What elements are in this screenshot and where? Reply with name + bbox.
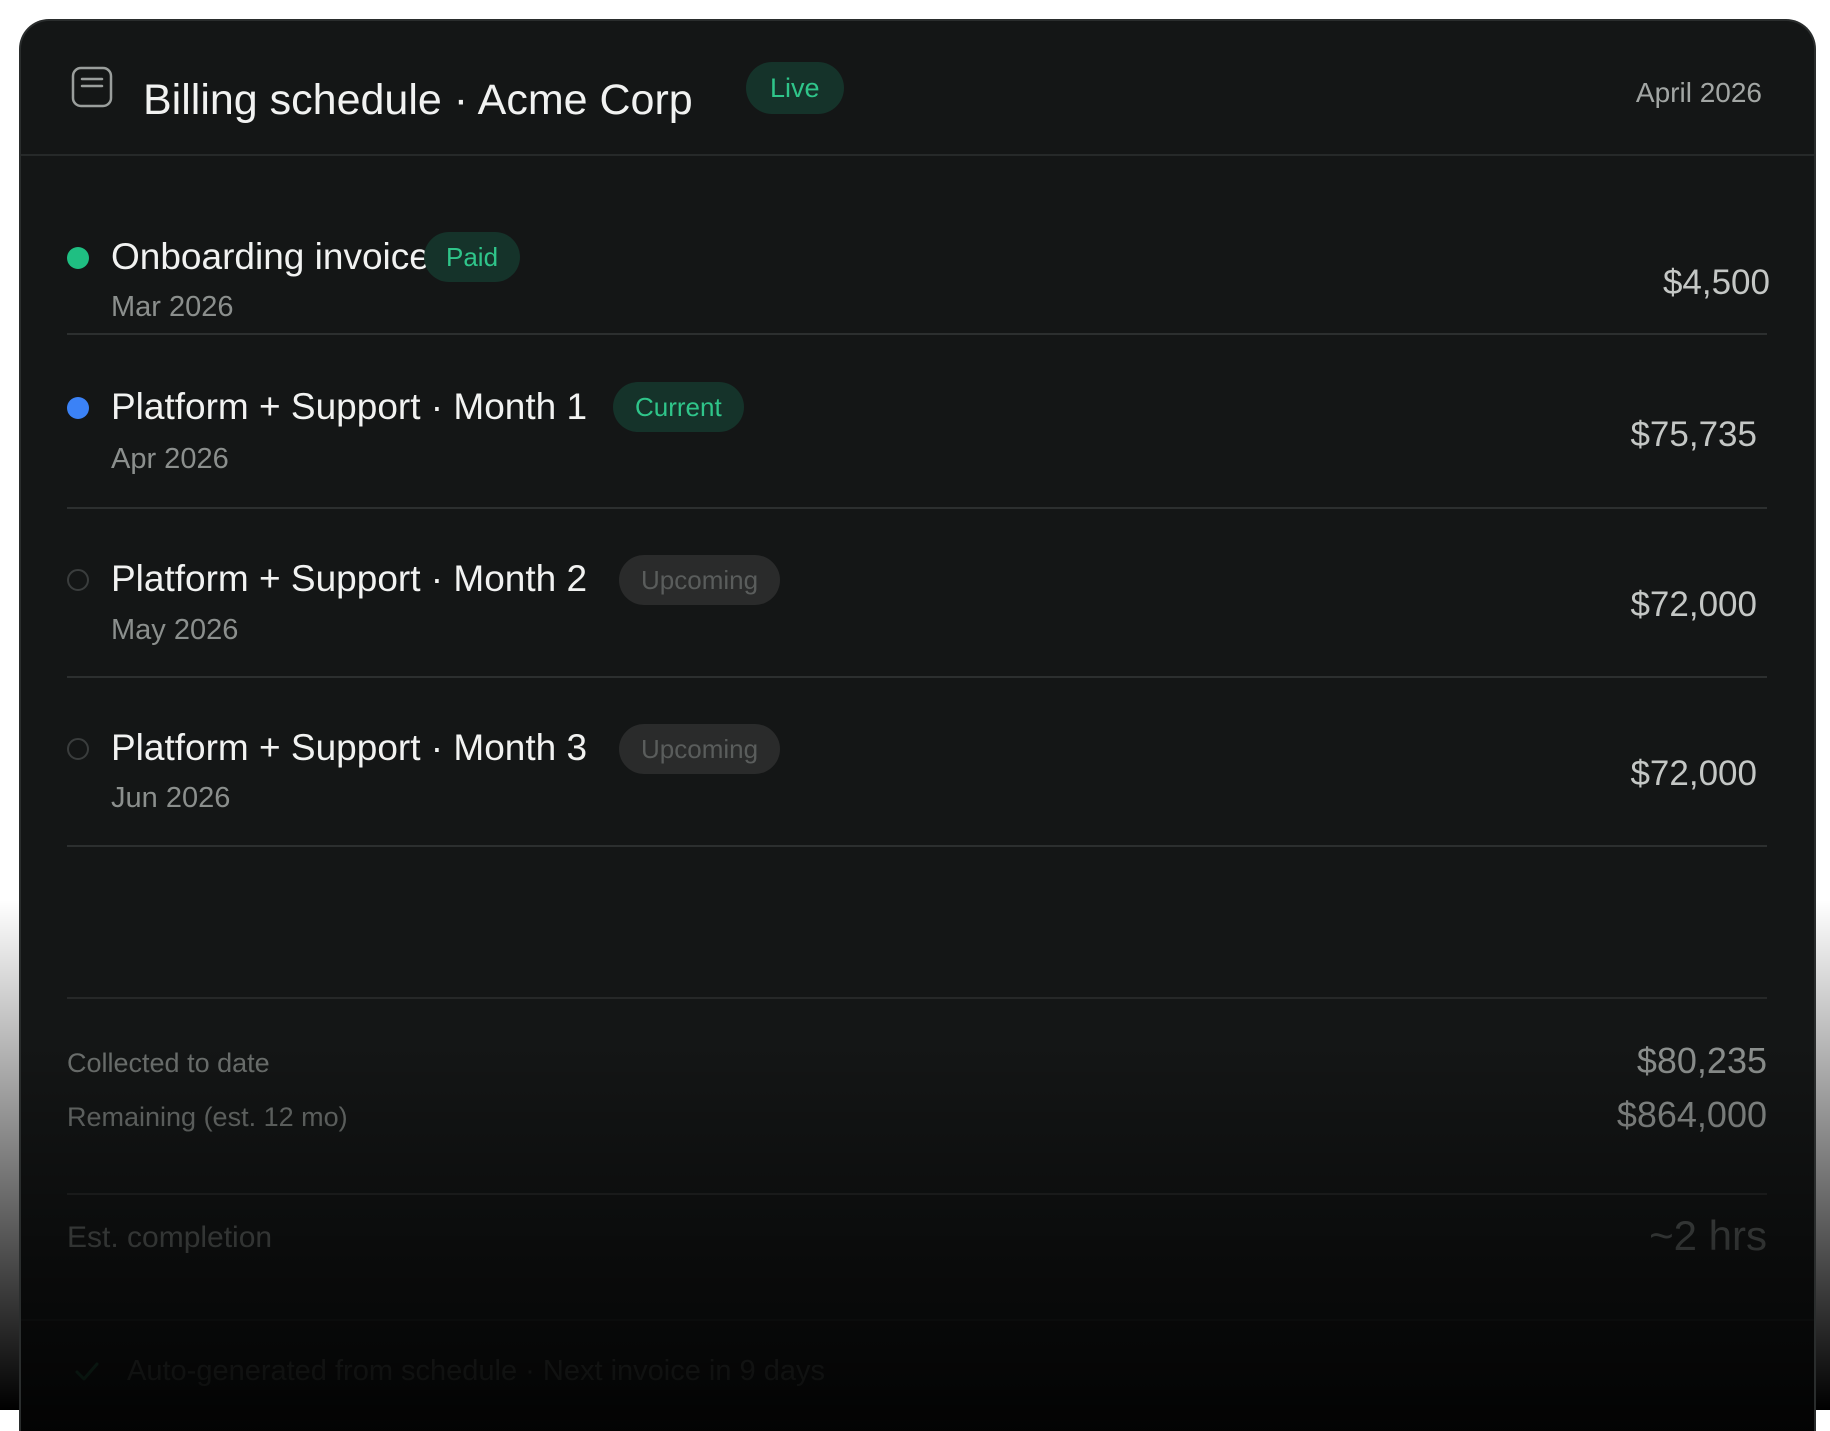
collected-label: Collected to date <box>67 1048 270 1078</box>
live-status-badge: Live <box>746 62 844 114</box>
current-status-dot <box>67 397 89 419</box>
footer-note: Auto-generated from schedule · Next invo… <box>127 1355 825 1387</box>
summary-divider <box>67 997 1767 999</box>
paid-badge: Paid <box>424 232 521 282</box>
schedule-row-month-3[interactable]: Platform + Support · Month 3 Upcoming Ju… <box>67 678 1767 847</box>
eta-label: Est. completion <box>67 1221 273 1254</box>
schedule-row-month-1[interactable]: Platform + Support · Month 1 Current Apr… <box>67 335 1767 509</box>
panel-footer: Auto-generated from schedule · Next invo… <box>21 1319 1814 1431</box>
row-date: May 2026 <box>111 614 239 646</box>
row-amount: $75,735 <box>1630 415 1757 454</box>
upcoming-status-dot <box>67 569 89 591</box>
row-amount: $72,000 <box>1630 754 1757 793</box>
row-title: Platform + Support · Month 1 <box>111 386 588 427</box>
remaining-label: Remaining (est. 12 mo) <box>67 1102 348 1132</box>
eta-value: ~2 hrs <box>1649 1212 1767 1259</box>
row-date: Jun 2026 <box>111 782 231 814</box>
schedule-list: Onboarding invoice Paid Mar 2026 $4,500 … <box>67 203 1770 847</box>
billing-schedule-panel: Billing schedule · Acme Corp Live April … <box>19 19 1816 1431</box>
upcoming-badge: Upcoming <box>619 724 781 774</box>
row-amount: $4,500 <box>1662 263 1770 302</box>
paid-status-dot <box>67 247 89 269</box>
row-title: Onboarding invoice <box>111 236 430 277</box>
row-amount: $72,000 <box>1630 585 1757 624</box>
panel-header: Billing schedule · Acme Corp Live April … <box>21 21 1814 156</box>
header-date: April 2026 <box>1635 77 1762 108</box>
current-badge: Current <box>613 382 744 432</box>
page-title: Billing schedule · Acme Corp <box>143 76 693 124</box>
row-title: Platform + Support · Month 3 <box>111 727 588 768</box>
eta-divider <box>67 1193 1767 1195</box>
schedule-row-onboarding[interactable]: Onboarding invoice Paid Mar 2026 $4,500 <box>67 203 1770 335</box>
schedule-row-month-2[interactable]: Platform + Support · Month 2 Upcoming Ma… <box>67 509 1767 678</box>
upcoming-badge: Upcoming <box>619 555 781 605</box>
upcoming-status-dot <box>67 738 89 760</box>
check-icon <box>75 1362 99 1381</box>
collected-value: $80,235 <box>1636 1040 1767 1081</box>
row-date: Apr 2026 <box>111 443 229 475</box>
row-date: Mar 2026 <box>111 291 234 323</box>
row-title: Platform + Support · Month 2 <box>111 558 588 599</box>
document-icon <box>71 66 113 108</box>
remaining-value: $864,000 <box>1616 1094 1767 1135</box>
